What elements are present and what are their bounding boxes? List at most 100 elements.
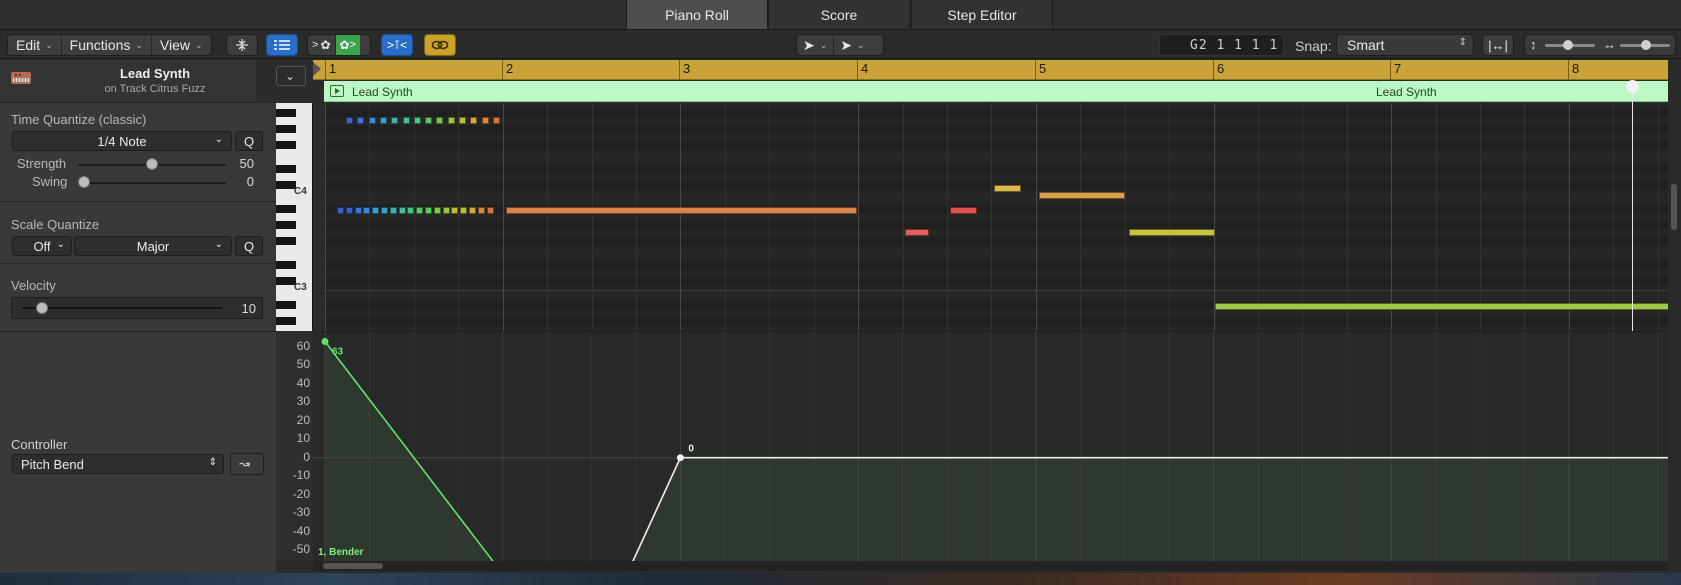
black-key[interactable] — [276, 301, 296, 309]
piano-keyboard[interactable]: C4 C3 — [276, 103, 313, 331]
black-key[interactable] — [276, 125, 296, 133]
pointer-tool-icon[interactable]: ➤ ⌄ — [797, 35, 835, 55]
midi-note[interactable] — [1039, 192, 1125, 199]
vertical-zoom-knob[interactable] — [1563, 40, 1573, 50]
midi-note[interactable] — [379, 117, 387, 124]
time-quantize-dropdown[interactable]: 1/4 Note ⌄ — [12, 131, 232, 151]
midi-note[interactable] — [413, 117, 421, 124]
horizontal-zoom-knob[interactable] — [1641, 40, 1651, 50]
controller-dropdown[interactable]: Pitch Bend ⇕ — [12, 454, 224, 474]
grid-line — [1613, 103, 1615, 331]
scale-tick-label: 20 — [296, 412, 310, 427]
midi-note[interactable] — [368, 117, 376, 124]
horizontal-scrollbar[interactable] — [313, 561, 1668, 571]
scroll-thumb[interactable] — [1671, 184, 1677, 230]
swing-slider[interactable] — [78, 182, 226, 184]
midi-note[interactable] — [481, 117, 489, 124]
link-icon[interactable] — [424, 34, 456, 56]
midi-note[interactable] — [1129, 229, 1215, 236]
midi-note[interactable] — [1215, 303, 1668, 310]
midi-note[interactable] — [346, 117, 353, 124]
midi-note[interactable] — [447, 117, 455, 124]
midi-note[interactable] — [477, 207, 485, 214]
midi-note[interactable] — [486, 207, 494, 214]
view-menu[interactable]: View ⌄ — [152, 35, 211, 55]
midi-note[interactable] — [363, 207, 371, 214]
midi-note[interactable] — [357, 117, 365, 124]
midi-note[interactable] — [433, 207, 441, 214]
scale-tick-label: 0 — [303, 449, 310, 464]
midi-note[interactable] — [407, 207, 415, 214]
midi-note[interactable] — [506, 207, 857, 214]
midi-note[interactable] — [905, 229, 929, 236]
tab-score[interactable]: Score — [768, 0, 910, 29]
velocity-slider[interactable] — [22, 307, 222, 309]
midi-note[interactable] — [337, 207, 344, 214]
midi-note[interactable] — [459, 117, 466, 124]
midi-note[interactable] — [436, 117, 444, 124]
midi-note[interactable] — [389, 207, 397, 214]
secondary-tool-icon[interactable]: ➤ ⌄ — [834, 35, 870, 55]
black-key[interactable] — [276, 317, 296, 325]
fit-width-icon[interactable]: |↔| — [1482, 34, 1514, 56]
midi-note[interactable] — [950, 207, 977, 214]
midi-note[interactable] — [425, 207, 432, 214]
scale-dropdown[interactable]: Major ⌄ — [74, 236, 232, 256]
midi-note[interactable] — [372, 207, 380, 214]
midi-note[interactable] — [391, 117, 399, 124]
swing-knob[interactable] — [78, 176, 90, 188]
black-key[interactable] — [276, 277, 296, 285]
pitch-bend-lane[interactable]: 63-63-630 1, Bender — [313, 331, 1668, 561]
midi-note[interactable] — [492, 117, 500, 124]
midi-note[interactable] — [345, 207, 353, 214]
fade-tool-icon[interactable]: >⊺< — [381, 34, 413, 56]
midi-note[interactable] — [398, 207, 406, 214]
snap-dropdown[interactable]: Smart ⇕ — [1336, 34, 1474, 56]
black-key[interactable] — [276, 221, 296, 229]
black-key[interactable] — [276, 141, 296, 149]
edit-menu[interactable]: Edit ⌄ — [8, 35, 62, 55]
midi-note[interactable] — [451, 207, 459, 214]
midi-note[interactable] — [470, 117, 478, 124]
region-header[interactable]: Lead Synth Lead Synth — [324, 81, 1668, 102]
midi-note[interactable] — [460, 207, 468, 214]
black-key[interactable] — [276, 109, 296, 117]
midi-note[interactable] — [402, 117, 410, 124]
tab-piano-roll[interactable]: Piano Roll — [626, 0, 768, 29]
collapse-icon[interactable] — [226, 34, 258, 56]
scale-quantize-q-button[interactable]: Q — [235, 236, 263, 256]
black-key[interactable] — [276, 205, 296, 213]
vertical-scrollbar[interactable] — [1668, 60, 1681, 561]
list-view-icon[interactable] — [266, 34, 298, 56]
midi-note[interactable] — [425, 117, 433, 124]
note-grid[interactable] — [324, 103, 1668, 331]
bar-ruler[interactable]: 1 2 3 4 5 6 7 8 — [313, 60, 1668, 80]
grid-line — [902, 103, 904, 331]
region-menu-button[interactable]: ⌄ — [276, 66, 306, 86]
automation-point[interactable] — [676, 454, 684, 462]
midi-note[interactable] — [994, 185, 1021, 192]
time-quantize-q-button[interactable]: Q — [235, 131, 263, 151]
automation-curve-button[interactable]: ↝ — [230, 453, 264, 475]
controller-scale: 60 50 40 30 20 10 0 -10 -20 -30 -40 -50 — [276, 331, 313, 561]
automation-point[interactable] — [321, 337, 329, 345]
midi-note[interactable] — [381, 207, 388, 214]
midi-out-icon[interactable]: ✿ > — [335, 35, 360, 55]
midi-in-icon[interactable]: > ✿ — [308, 35, 336, 55]
playhead-handle[interactable] — [1626, 80, 1639, 93]
functions-menu[interactable]: Functions ⌄ — [62, 35, 152, 55]
black-key[interactable] — [276, 261, 296, 269]
velocity-knob[interactable] — [36, 302, 48, 314]
midi-note[interactable] — [469, 207, 476, 214]
black-key[interactable] — [276, 181, 296, 189]
black-key[interactable] — [276, 165, 296, 173]
scroll-thumb[interactable] — [323, 563, 383, 569]
automation-curve[interactable]: 63-63-630 — [313, 332, 1668, 561]
midi-note[interactable] — [354, 207, 362, 214]
midi-note[interactable] — [416, 207, 424, 214]
tab-step-editor[interactable]: Step Editor — [911, 0, 1053, 29]
midi-note[interactable] — [442, 207, 450, 214]
black-key[interactable] — [276, 237, 296, 245]
scale-quantize-off-dropdown[interactable]: Off ⌄ — [12, 236, 72, 256]
strength-knob[interactable] — [146, 158, 158, 170]
